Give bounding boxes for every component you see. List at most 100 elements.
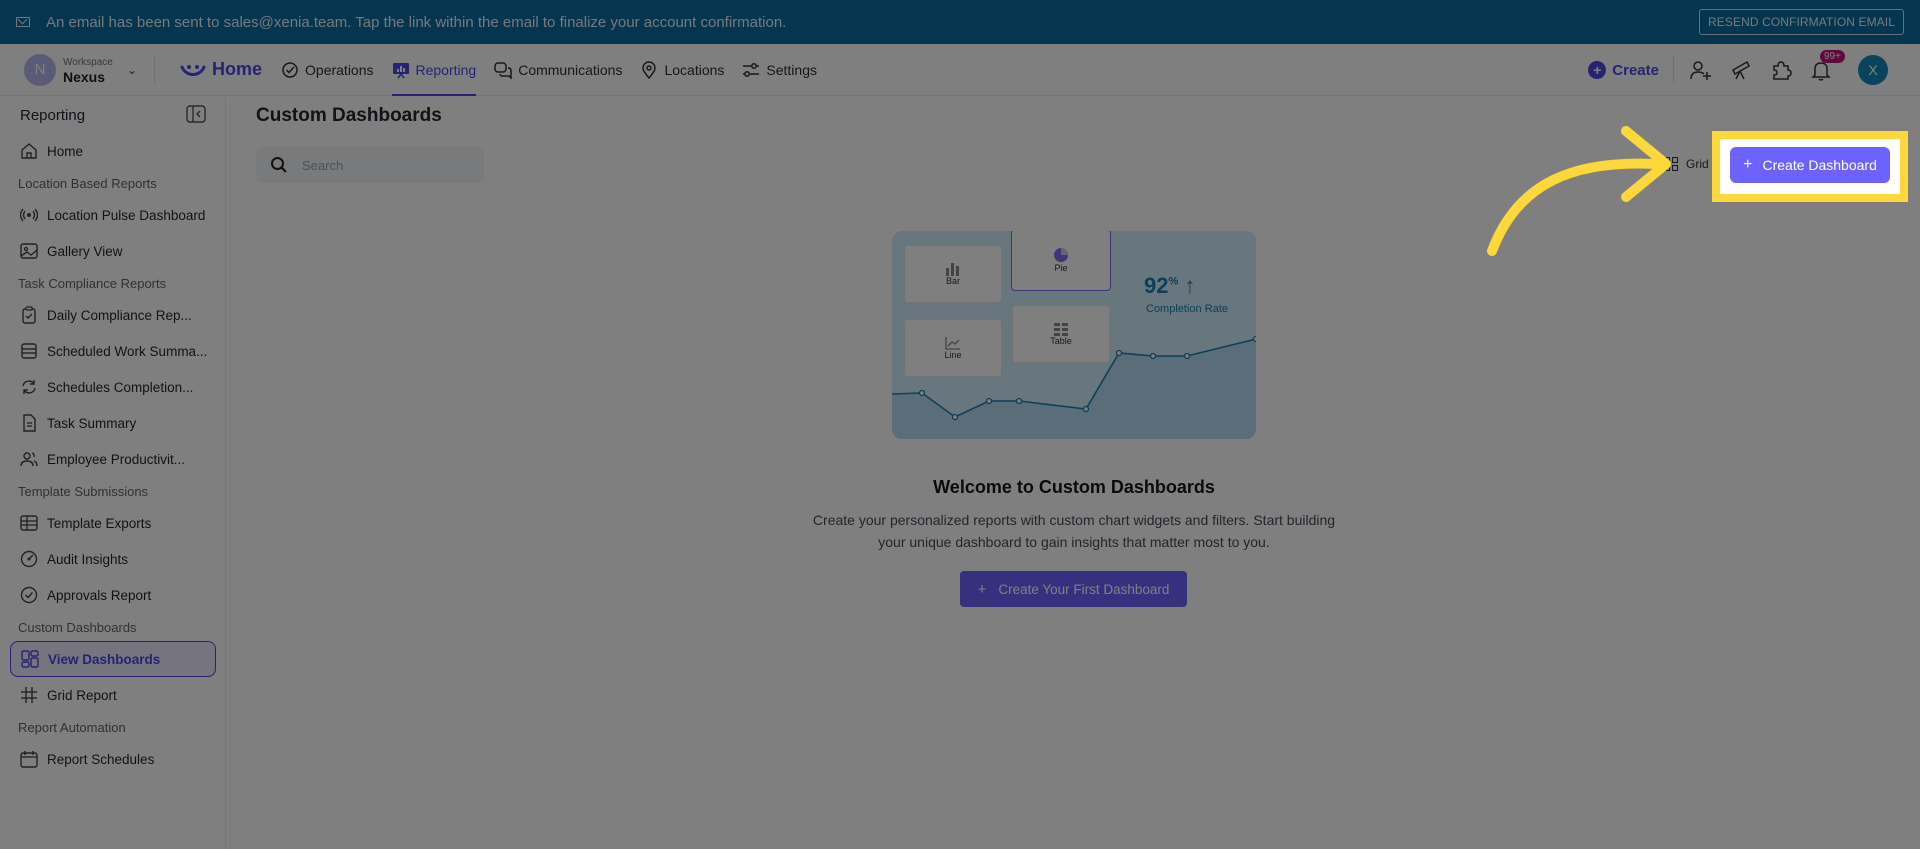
top-navigation-bar: N Workspace Nexus ⌄ Home Operations Repo… — [0, 44, 1920, 96]
workspace-label: Workspace — [63, 56, 113, 68]
workspace-switcher[interactable]: N Workspace Nexus ⌄ — [0, 53, 150, 86]
nav-home-label: Home — [212, 59, 263, 79]
image-icon — [20, 242, 38, 260]
signal-icon — [20, 206, 38, 224]
create-dashboard-label: Create Dashboard — [1762, 157, 1877, 173]
card-label: Line — [944, 350, 962, 360]
sidebar-item-daily-compliance[interactable]: Daily Compliance Rep... — [10, 297, 216, 333]
sidebar-item-task-summary[interactable]: Task Summary — [10, 405, 216, 441]
nav-communications-label: Communications — [518, 61, 623, 78]
notification-badge: 99+ — [1820, 50, 1845, 63]
resend-confirmation-button[interactable]: RESEND CONFIRMATION EMAIL — [1699, 9, 1904, 35]
sidebar-item-label: Employee Productivit... — [47, 451, 186, 467]
sidebar-item-label: Audit Insights — [47, 551, 129, 567]
home-icon — [20, 142, 38, 160]
welcome-title: Welcome to Custom Dashboards — [933, 477, 1215, 497]
sidebar-item-template-exports[interactable]: Template Exports — [10, 505, 216, 541]
sidebar-item-view-dashboards[interactable]: View Dashboards — [10, 641, 216, 677]
sidebar-item-employee-productivity[interactable]: Employee Productivit... — [10, 441, 216, 477]
search-placeholder: Search — [302, 157, 344, 173]
sidebar-item-label: Report Schedules — [47, 751, 155, 767]
arrow-up-icon: ↑ — [1184, 273, 1196, 298]
sidebar: Reporting Home Location Based Reports Lo… — [0, 97, 226, 849]
workspace-avatar: N — [24, 53, 56, 86]
divider — [154, 54, 155, 85]
hash-grid-icon — [20, 686, 38, 704]
stat-unit: % — [1168, 275, 1179, 288]
sidebar-item-home[interactable]: Home — [10, 133, 216, 169]
nav-settings[interactable]: Settings — [733, 44, 826, 96]
mail-icon — [16, 17, 30, 27]
add-user-icon[interactable] — [1688, 57, 1714, 83]
first-button-label: Create Your First Dashboard — [998, 581, 1170, 597]
nav-settings-label: Settings — [766, 61, 817, 78]
home-logo-icon — [180, 61, 206, 79]
pointer-arrow-graphic — [1487, 126, 1671, 256]
sidebar-item-label: View Dashboards — [48, 651, 161, 667]
telescope-icon[interactable] — [1728, 57, 1754, 83]
sidebar-item-label: Grid Report — [47, 687, 117, 703]
sidebar-item-location-pulse[interactable]: Location Pulse Dashboard — [10, 197, 216, 233]
location-pin-icon — [640, 60, 658, 79]
sidebar-item-schedules-completion[interactable]: Schedules Completion... — [10, 369, 216, 405]
nav-reporting[interactable]: Reporting — [383, 44, 486, 96]
create-dashboard-button[interactable]: + Create Dashboard — [1730, 147, 1890, 183]
sidebar-item-label: Home — [47, 143, 84, 159]
sidebar-item-label: Scheduled Work Summa... — [47, 343, 208, 359]
sidebar-group-title: Location Based Reports — [18, 175, 157, 191]
sidebar-item-label: Location Pulse Dashboard — [47, 207, 206, 223]
user-avatar[interactable]: X — [1858, 55, 1888, 85]
plus-icon: + — [1743, 156, 1753, 173]
table-chart-icon — [1054, 323, 1068, 336]
sidebar-item-label: Schedules Completion... — [47, 379, 194, 395]
highlight-box: + Create Dashboard — [1712, 131, 1908, 202]
card-label: Table — [1050, 336, 1072, 346]
sidebar-item-label: Daily Compliance Rep... — [47, 307, 192, 323]
stat-value: 92 — [1144, 273, 1169, 298]
nav-locations-label: Locations — [664, 61, 725, 78]
sidebar-item-scheduled-work[interactable]: Scheduled Work Summa... — [10, 333, 216, 369]
divider — [1673, 56, 1674, 84]
sidebar-item-grid-report[interactable]: Grid Report — [10, 677, 216, 713]
sidebar-group-title: Custom Dashboards — [18, 619, 137, 635]
sidebar-item-audit-insights[interactable]: Audit Insights — [10, 541, 216, 577]
create-button[interactable]: + Create — [1588, 61, 1659, 79]
calendar-icon — [20, 750, 38, 768]
banner-message: An email has been sent to sales@xenia.te… — [46, 13, 787, 31]
list-box-icon — [20, 342, 38, 360]
sidebar-item-report-schedules[interactable]: Report Schedules — [10, 741, 216, 777]
nav-home[interactable]: Home — [171, 44, 272, 96]
dashboard-illustration: Bar Pie Line Table 92% ↑ Completion Rate — [892, 231, 1256, 439]
page-title: Custom Dashboards — [256, 105, 442, 126]
check-circle-icon — [281, 61, 299, 79]
create-first-dashboard-button[interactable]: + Create Your First Dashboard — [960, 571, 1187, 607]
nav-operations[interactable]: Operations — [272, 44, 382, 96]
sidebar-group-title: Task Compliance Reports — [18, 275, 167, 291]
plus-icon: + — [977, 580, 987, 598]
sidebar-item-label: Task Summary — [47, 415, 137, 431]
nav-communications[interactable]: Communications — [485, 44, 631, 96]
presentation-chart-icon — [392, 61, 410, 79]
sidebar-item-approvals-report[interactable]: Approvals Report — [10, 577, 216, 613]
line-card: Line — [904, 319, 1002, 377]
sidebar-item-gallery-view[interactable]: Gallery View — [10, 233, 216, 269]
table-card: Table — [1012, 305, 1110, 363]
main-nav: Home Operations Reporting Communications… — [171, 44, 826, 96]
sidebar-item-label: Approvals Report — [47, 587, 152, 603]
pie-chart-icon — [1054, 248, 1068, 262]
gauge-icon — [20, 550, 38, 568]
refresh-icon — [20, 378, 38, 396]
search-input[interactable]: Search — [256, 147, 484, 183]
collapse-sidebar-icon[interactable] — [186, 105, 206, 123]
stat-label: Completion Rate — [1146, 303, 1228, 315]
sidebar-item-label: Template Exports — [47, 515, 152, 531]
line-chart-icon — [945, 337, 960, 350]
sidebar-group-title: Template Submissions — [18, 483, 149, 499]
bell-icon[interactable]: 99+ — [1808, 50, 1845, 83]
nav-locations[interactable]: Locations — [631, 44, 733, 96]
welcome-desc-line: Create your personalized reports with cu… — [812, 512, 1336, 528]
users-icon — [20, 450, 38, 468]
bar-chart-icon — [946, 263, 959, 276]
table-icon — [20, 514, 38, 532]
puzzle-icon[interactable] — [1768, 57, 1794, 83]
